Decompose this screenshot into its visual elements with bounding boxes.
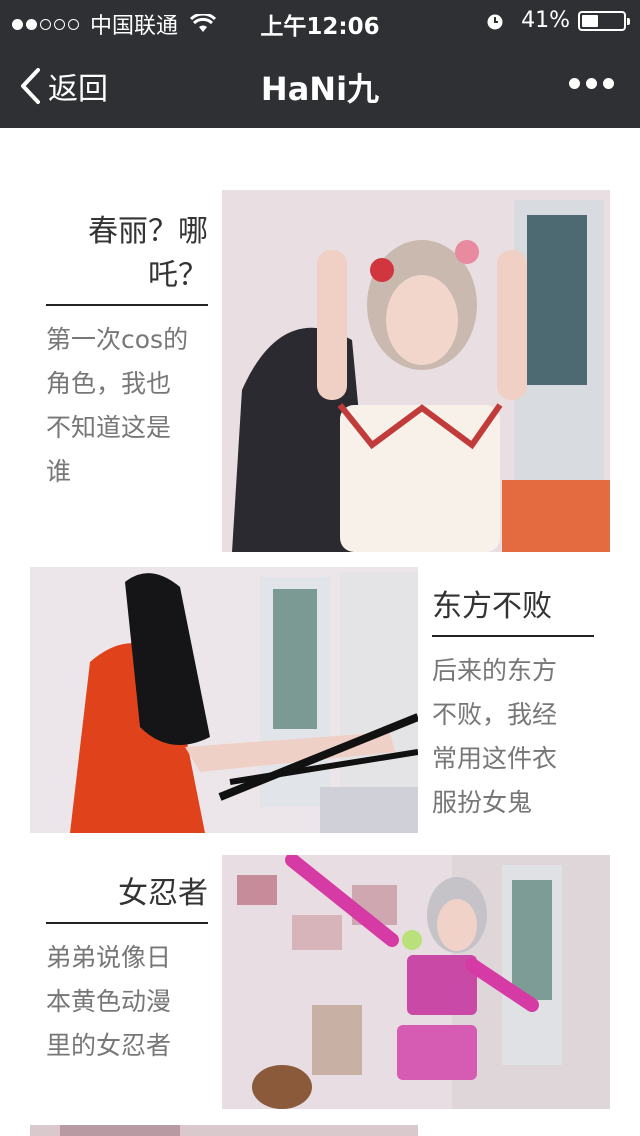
post-3-desc: 弟弟说像日 本黄色动漫 里的女忍者 bbox=[46, 943, 172, 1060]
post-2-photo[interactable] bbox=[30, 567, 418, 833]
header-bar: 中国联通 上午12:06 41% 返回 HaNi九 bbox=[0, 0, 640, 128]
post-2-desc: 后来的东方 不败，我经 常用这件衣 服扮女鬼 bbox=[432, 656, 558, 817]
cosplay-photo-image bbox=[222, 855, 610, 1109]
battery-icon bbox=[578, 10, 630, 31]
post-1-text: 春丽？哪 吒？ 第一次cos的 角色，我也 不知道这是 谁 bbox=[46, 210, 208, 494]
post-1-title: 春丽？哪 吒？ bbox=[88, 214, 208, 293]
divider bbox=[46, 304, 208, 306]
divider bbox=[432, 635, 594, 637]
nav-bar: 返回 HaNi九 bbox=[0, 40, 640, 128]
divider bbox=[46, 922, 208, 924]
cosplay-photo-image bbox=[30, 1125, 418, 1136]
page-title: HaNi九 bbox=[260, 70, 380, 108]
more-icon bbox=[569, 78, 580, 89]
cosplay-photo-image bbox=[30, 567, 418, 833]
post-2-title: 东方不败 bbox=[432, 589, 552, 624]
more-options-button[interactable] bbox=[563, 78, 614, 89]
post-3-photo[interactable] bbox=[222, 855, 610, 1109]
status-bar: 中国联通 上午12:06 41% bbox=[0, 0, 640, 40]
post-4-photo[interactable] bbox=[30, 1123, 418, 1136]
battery-percent: 41% bbox=[521, 8, 570, 33]
post-3-title: 女忍者 bbox=[118, 876, 208, 911]
alarm-icon bbox=[487, 14, 503, 29]
cosplay-photo-image bbox=[222, 190, 610, 552]
post-2-text: 东方不败 后来的东方 不败，我经 常用这件衣 服扮女鬼 bbox=[432, 585, 594, 825]
post-1-photo[interactable] bbox=[222, 190, 610, 552]
post-1-desc: 第一次cos的 角色，我也 不知道这是 谁 bbox=[46, 325, 189, 486]
post-3-text: 女忍者 弟弟说像日 本黄色动漫 里的女忍者 bbox=[46, 872, 208, 1068]
